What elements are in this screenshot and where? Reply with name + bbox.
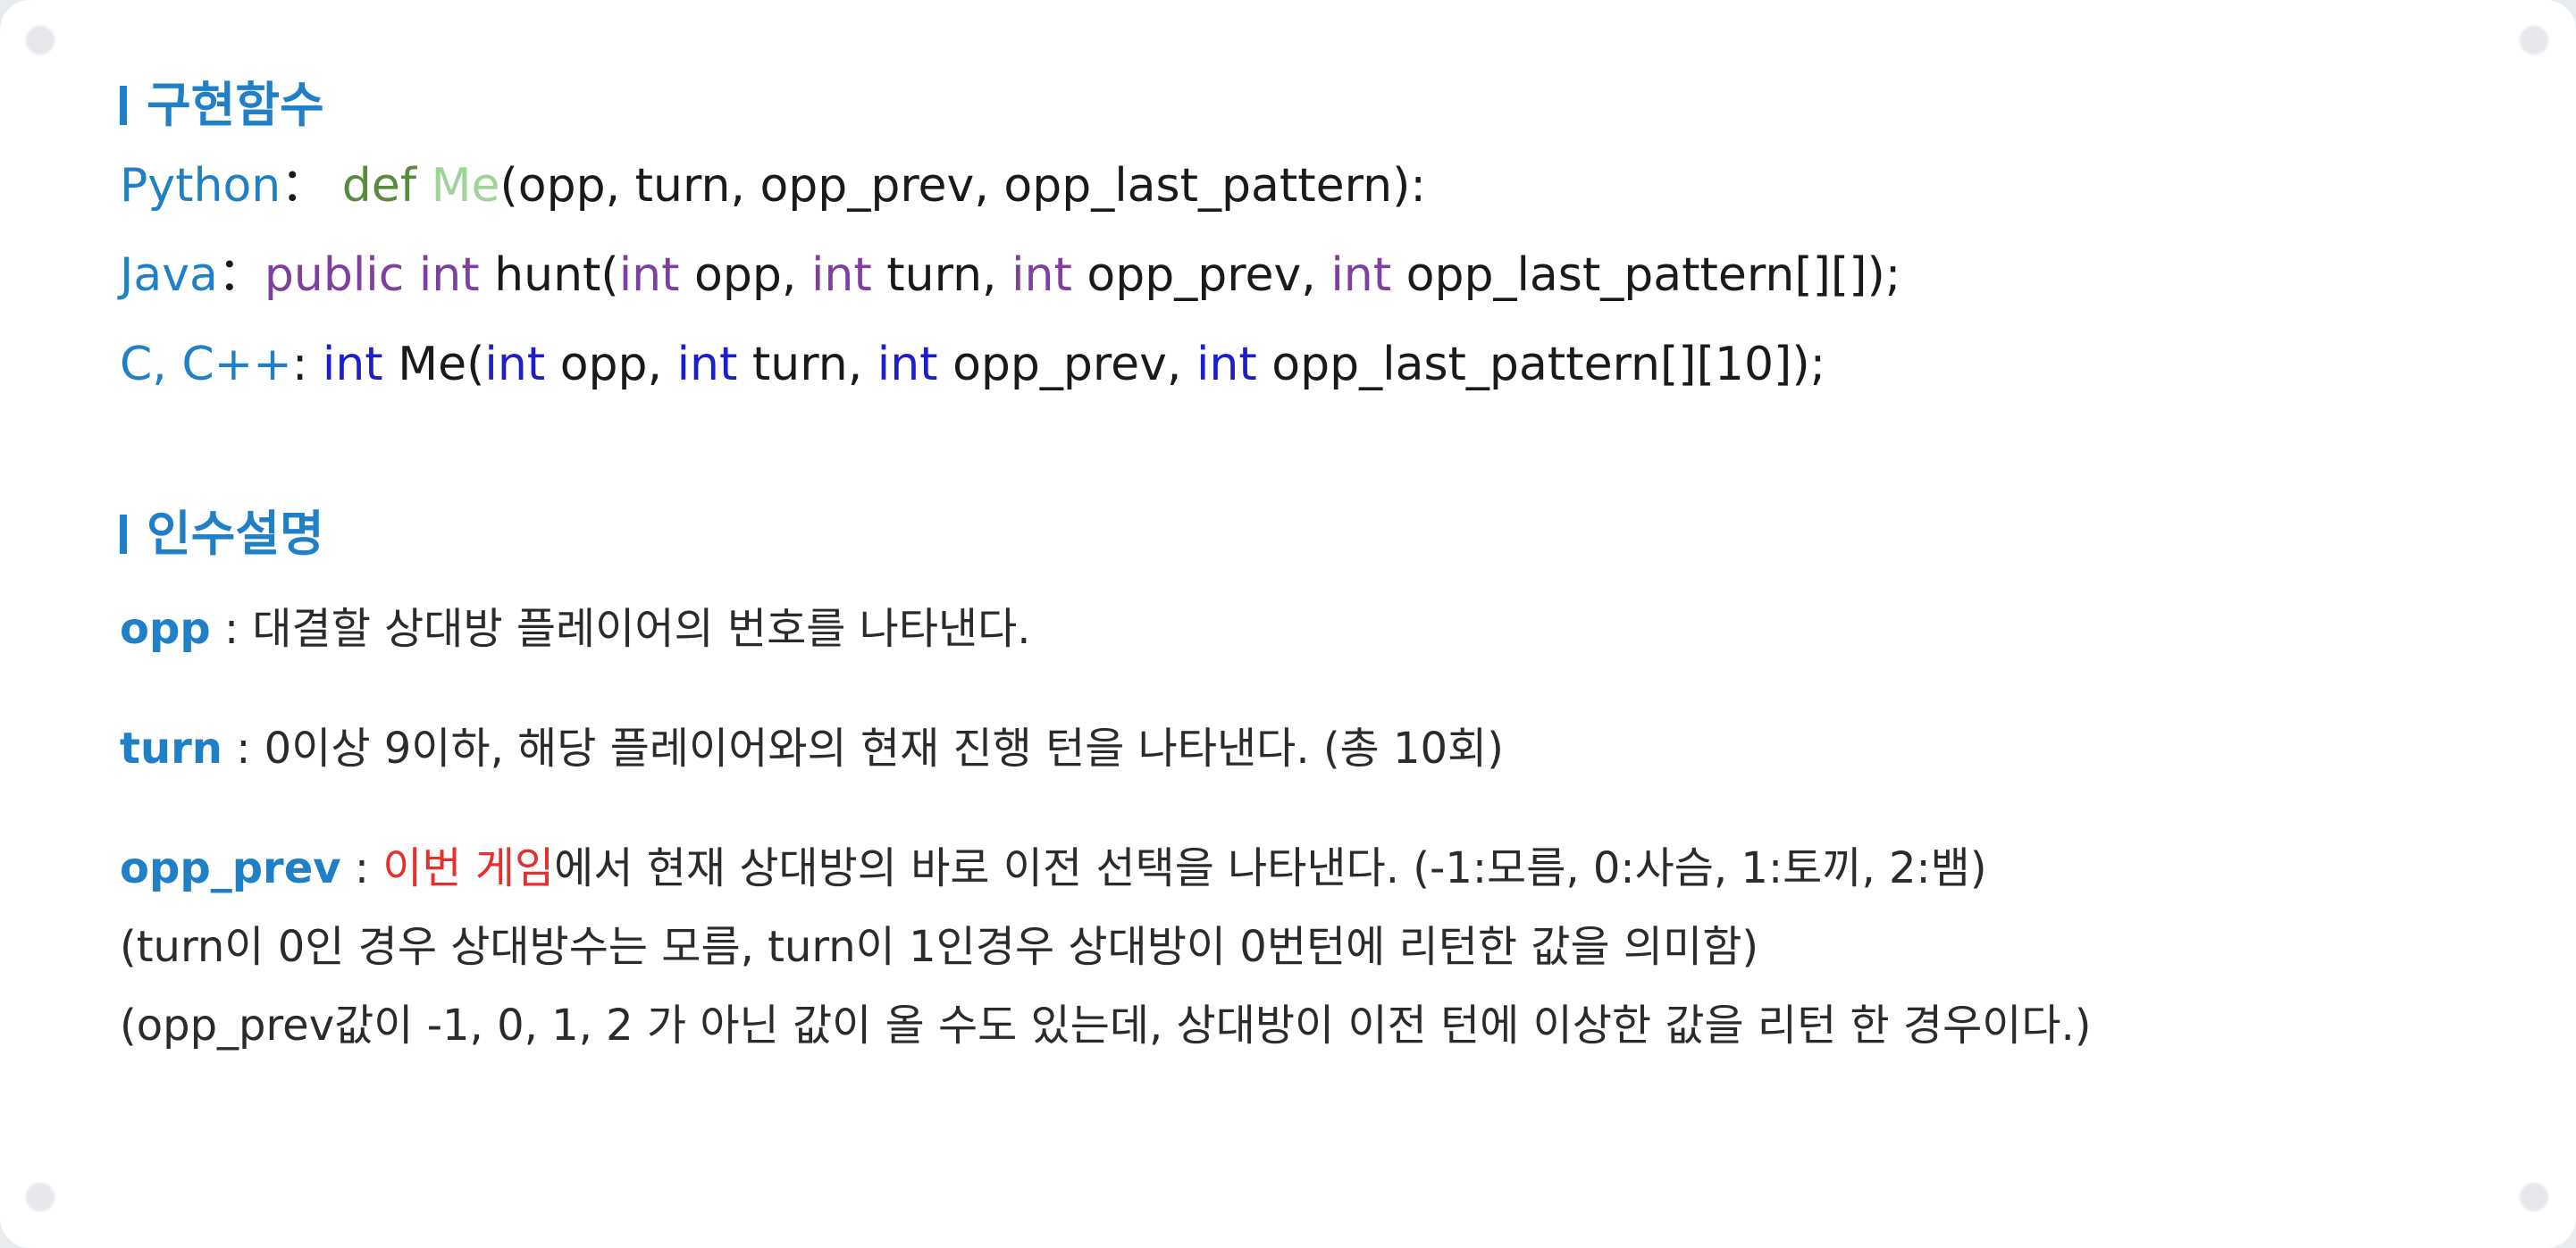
arg-desc: 에서 현재 상대방의 바로 이전 선택을 나타낸다. (-1:모름, 0:사슴,… bbox=[554, 843, 1987, 893]
code-text: hunt( bbox=[479, 248, 619, 302]
section-title-text: 인수설명 bbox=[147, 506, 324, 562]
corner-dot bbox=[25, 1182, 55, 1212]
corner-dot bbox=[2519, 25, 2549, 55]
code-text: (opp, turn, opp_prev, opp_last_pattern): bbox=[499, 159, 1426, 213]
code-keyword: int bbox=[484, 338, 546, 391]
section-title-arguments: 인수설명 bbox=[120, 498, 2461, 570]
code-text: turn, bbox=[737, 338, 877, 391]
code-separator: ： bbox=[217, 248, 264, 302]
arg-desc: : 0이상 9이하, 해당 플레이어와의 현재 진행 턴을 나타낸다. (총 1… bbox=[222, 724, 1504, 774]
code-line-c: C, C++: int Me(int opp, int turn, int op… bbox=[120, 320, 2461, 409]
code-line-java: Java：public int hunt(int opp, int turn, … bbox=[120, 230, 2461, 320]
code-text: opp_prev, bbox=[937, 338, 1196, 391]
language-label: Java bbox=[120, 248, 218, 302]
code-keyword: int bbox=[322, 338, 383, 391]
code-function-name: Me bbox=[431, 159, 500, 213]
code-keyword: int bbox=[1011, 248, 1072, 302]
section-title-text: 구현함수 bbox=[147, 77, 324, 133]
argument-descriptions: opp : 대결할 상대방 플레이어의 번호를 나타낸다. turn : 0이상… bbox=[120, 602, 2461, 1052]
code-separator: ： bbox=[281, 159, 342, 213]
code-text: opp_prev, bbox=[1071, 248, 1331, 302]
arg-opp-prev: opp_prev : 이번 게임에서 현재 상대방의 바로 이전 선택을 나타낸… bbox=[120, 842, 2461, 895]
note-text: (opp_prev값이 -1, 0, 1, 2 가 아닌 값이 올 수도 있는데… bbox=[120, 1001, 2092, 1051]
language-label: Python bbox=[120, 159, 281, 213]
corner-dot bbox=[25, 25, 55, 55]
corner-dot bbox=[2519, 1182, 2549, 1212]
code-text: opp_last_pattern[][]); bbox=[1391, 248, 1901, 302]
section-title-implementation: 구현함수 bbox=[120, 70, 2461, 141]
code-separator: : bbox=[291, 338, 323, 391]
code-text: Me( bbox=[382, 338, 485, 391]
arg-opp: opp : 대결할 상대방 플레이어의 번호를 나타낸다. bbox=[120, 602, 2461, 656]
code-text: opp, bbox=[679, 248, 811, 302]
code-text: opp_last_pattern[][10]); bbox=[1256, 338, 1826, 391]
arg-note: (turn이 0인 경우 상대방수는 모름, turn이 1인경우 상대방이 0… bbox=[120, 920, 2461, 974]
code-keyword: public int bbox=[264, 248, 480, 302]
code-keyword: int bbox=[676, 338, 738, 391]
arg-note: (opp_prev값이 -1, 0, 1, 2 가 아닌 값이 올 수도 있는데… bbox=[120, 999, 2461, 1052]
arg-separator: : bbox=[340, 843, 383, 893]
highlight-text: 이번 게임 bbox=[382, 843, 555, 893]
section-bar bbox=[120, 515, 127, 554]
code-keyword: int bbox=[877, 338, 938, 391]
code-keyword: int bbox=[1330, 248, 1392, 302]
code-text: opp, bbox=[545, 338, 677, 391]
arg-turn: turn : 0이상 9이하, 해당 플레이어와의 현재 진행 턴을 나타낸다.… bbox=[120, 722, 2461, 775]
code-keyword: int bbox=[618, 248, 680, 302]
arg-name: opp bbox=[120, 604, 211, 654]
language-label: C, C++ bbox=[120, 338, 292, 391]
arg-name: turn bbox=[120, 724, 222, 774]
section-bar bbox=[120, 86, 127, 125]
code-text: turn, bbox=[871, 248, 1012, 302]
arg-desc: : 대결할 상대방 플레이어의 번호를 나타낸다. bbox=[210, 604, 1031, 654]
code-keyword: int bbox=[1196, 338, 1257, 391]
code-keyword: def bbox=[341, 159, 432, 213]
slide: 구현함수 Python： def Me(opp, turn, opp_prev,… bbox=[0, 0, 2576, 1248]
code-line-python: Python： def Me(opp, turn, opp_prev, opp_… bbox=[120, 141, 2461, 230]
note-text: (turn이 0인 경우 상대방수는 모름, turn이 1인경우 상대방이 0… bbox=[120, 922, 1759, 972]
arg-name: opp_prev bbox=[120, 843, 341, 893]
slide-content: 구현함수 Python： def Me(opp, turn, opp_prev,… bbox=[120, 70, 2461, 1052]
code-keyword: int bbox=[810, 248, 872, 302]
